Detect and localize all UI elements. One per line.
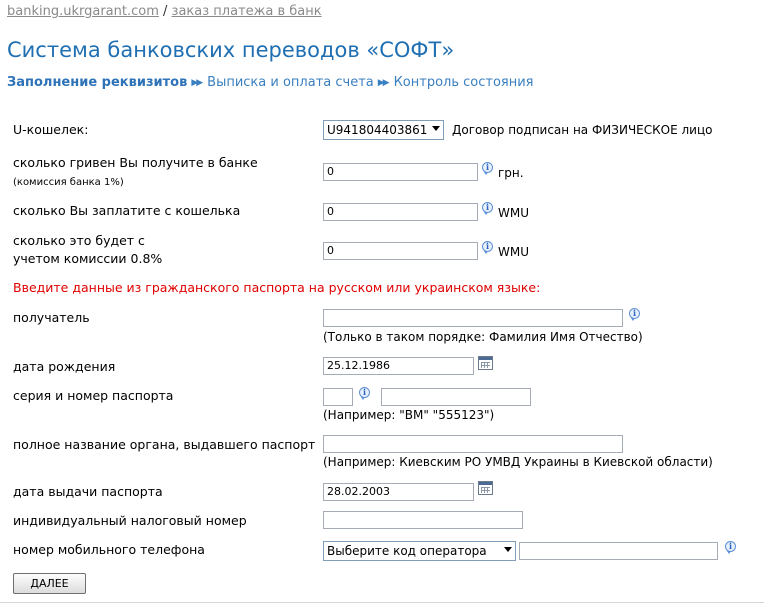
- passport-warning: Введите данные из гражданского паспорта …: [13, 280, 541, 295]
- double-arrow-icon: ▶▶: [377, 78, 390, 88]
- wallet-select[interactable]: U941804403861: [323, 120, 444, 140]
- issue-date-input[interactable]: 28.02.2003: [323, 483, 474, 501]
- passport-series-input[interactable]: [323, 388, 353, 406]
- wallet-contract-text: Договор подписан на ФИЗИЧЕСКОЕ лицо: [452, 123, 713, 137]
- breadcrumb-page-link[interactable]: заказ платежа в банк: [172, 4, 322, 19]
- phone-label: номер мобильного телефона: [13, 542, 205, 557]
- chevron-down-icon: [504, 547, 512, 552]
- info-icon[interactable]: i: [482, 162, 493, 175]
- calendar-icon[interactable]: [478, 481, 493, 495]
- step-status-control: Контроль состояния: [393, 75, 534, 90]
- steps-nav: Заполнение реквизитов ▶▶ Выписка и оплата …: [7, 75, 534, 90]
- chevron-down-icon: [432, 126, 440, 131]
- receive-label-text: сколько гривен Вы получите в банке: [13, 155, 258, 170]
- double-arrow-icon: ▶▶: [191, 78, 203, 88]
- info-icon[interactable]: i: [482, 241, 493, 254]
- info-icon[interactable]: i: [482, 202, 493, 215]
- breadcrumb-separator: /: [163, 4, 168, 19]
- bottom-divider: [0, 602, 764, 603]
- issuer-hint: (Например: Киевским РО УМВД Украины в Ки…: [323, 455, 713, 469]
- recipient-hint: (Только в таком порядке: Фамилия Имя Отч…: [323, 330, 643, 344]
- info-icon[interactable]: i: [725, 541, 736, 554]
- tax-number-input[interactable]: [323, 511, 523, 529]
- step-fill-details: Заполнение реквизитов: [7, 75, 188, 90]
- info-icon[interactable]: i: [629, 308, 640, 321]
- calendar-icon[interactable]: [478, 356, 493, 370]
- phone-number-input[interactable]: [519, 542, 718, 560]
- pay-label: сколько Вы заплатите с кошелька: [13, 203, 241, 218]
- birth-date-input[interactable]: 25.12.1986: [323, 357, 474, 375]
- passport-label: серия и номер паспорта: [13, 388, 174, 403]
- commission-label-line2: учетом комиссии 0.8%: [13, 251, 163, 266]
- recipient-label: получатель: [13, 310, 90, 325]
- pay-amount-input[interactable]: 0: [323, 203, 478, 221]
- issue-date-label: дата выдачи паспорта: [13, 484, 163, 499]
- operator-select[interactable]: Выберите код оператора: [323, 541, 516, 561]
- step-statement-payment: Выписка и оплата счета: [207, 75, 374, 90]
- issuer-input[interactable]: [323, 435, 623, 453]
- receive-label: сколько гривен Вы получите в банке (коми…: [13, 154, 258, 192]
- commission-label: сколько это будет с учетом комиссии 0.8%: [13, 232, 162, 268]
- issuer-label: полное название органа, выдавшего паспор…: [13, 437, 316, 452]
- wallet-select-value: U941804403861: [327, 123, 428, 137]
- tax-number-label: индивидуальный налоговый номер: [13, 513, 247, 528]
- receive-amount-input[interactable]: 0: [323, 163, 478, 181]
- page-title: Система банковских переводов «СОФТ»: [7, 38, 455, 62]
- birth-date-label: дата рождения: [13, 359, 116, 374]
- wallet-label: U-кошелек:: [13, 122, 89, 137]
- next-button[interactable]: ДАЛЕЕ: [13, 573, 86, 594]
- pay-unit: WMU: [498, 206, 530, 220]
- commission-label-line1: сколько это будет с: [13, 233, 145, 248]
- passport-hint: (Например: "ВМ" "555123"): [323, 408, 495, 422]
- receive-label-note: (комиссия банка 1%): [13, 177, 124, 188]
- receive-unit: грн.: [498, 166, 524, 180]
- commission-unit: WMU: [498, 245, 530, 259]
- info-icon[interactable]: i: [359, 387, 370, 400]
- recipient-input[interactable]: [323, 309, 623, 327]
- breadcrumb: banking.ukrgarant.com / заказ платежа в …: [7, 4, 322, 19]
- operator-select-value: Выберите код оператора: [327, 544, 487, 558]
- passport-number-input[interactable]: [381, 388, 531, 406]
- breadcrumb-site-link[interactable]: banking.ukrgarant.com: [7, 4, 159, 19]
- commission-amount-input[interactable]: 0: [323, 242, 478, 260]
